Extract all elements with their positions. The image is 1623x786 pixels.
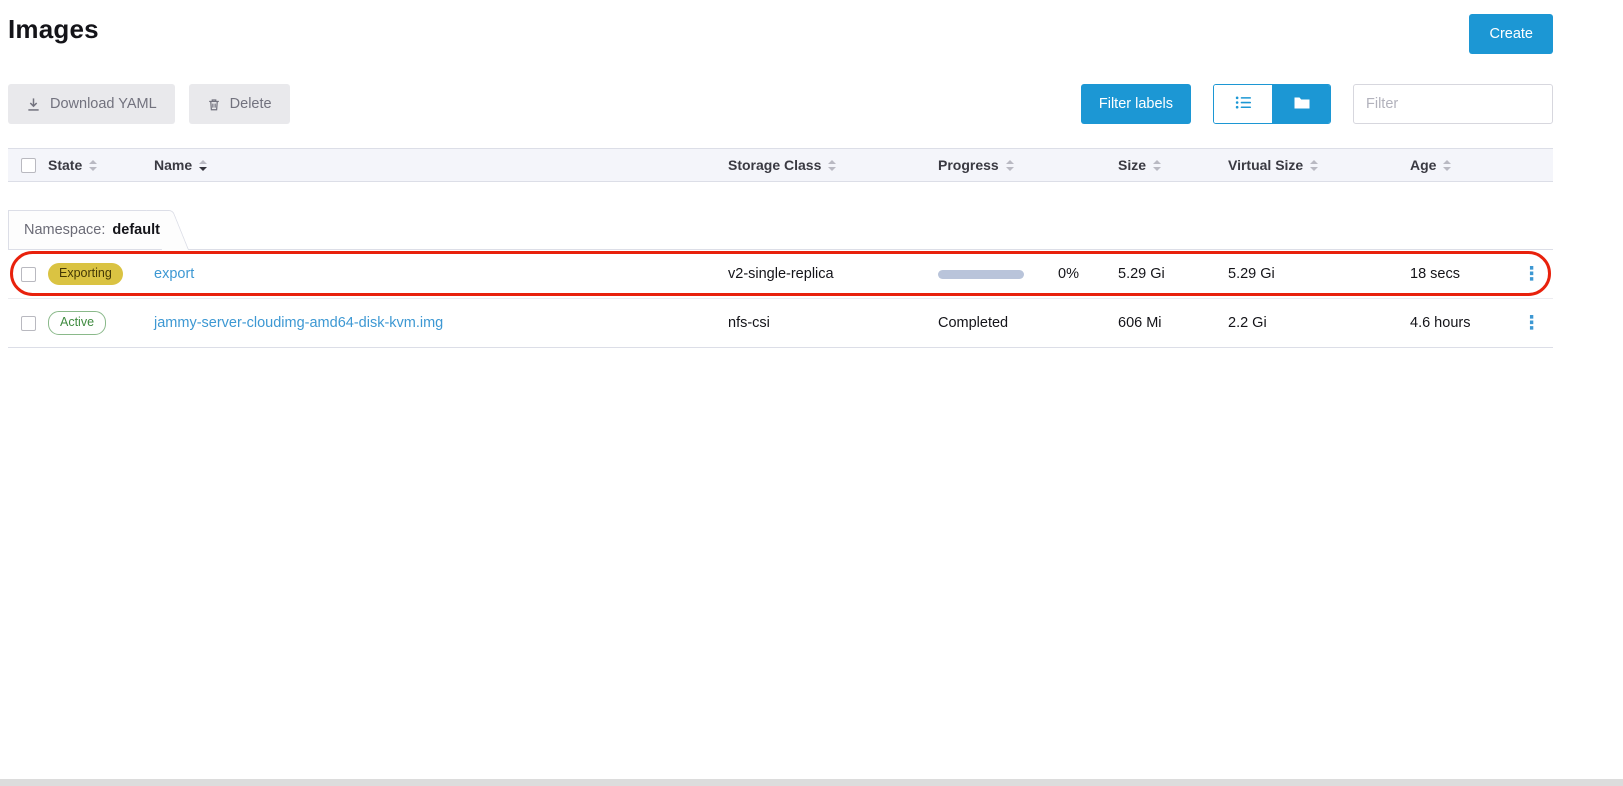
create-button[interactable]: Create — [1469, 14, 1553, 54]
progress-status-text: Completed — [938, 315, 1008, 331]
download-yaml-label: Download YAML — [50, 96, 157, 112]
sort-arrows-icon — [1310, 160, 1318, 171]
header-state-label: State — [48, 157, 82, 173]
header-cell-select — [8, 158, 48, 173]
size-value: 5.29 Gi — [1118, 266, 1165, 282]
list-view-icon — [1235, 95, 1252, 113]
toolbar: Download YAML Delete Filter labels — [8, 84, 1553, 124]
download-icon — [26, 97, 41, 112]
namespace-group-value: default — [112, 222, 160, 238]
status-badge: Active — [48, 311, 106, 335]
progress-percent: 0% — [1058, 266, 1079, 282]
filter-labels-button[interactable]: Filter labels — [1081, 84, 1191, 124]
namespace-group-tab: Namespace: default — [8, 210, 168, 249]
toolbar-bulk-actions: Download YAML Delete — [8, 84, 290, 124]
header-age-label: Age — [1410, 157, 1436, 173]
row-checkbox[interactable] — [21, 316, 36, 331]
images-page: Images Create Download YAML Delete — [8, 0, 1553, 348]
page-title: Images — [8, 14, 99, 45]
row-cell-virtual-size: 5.29 Gi — [1228, 266, 1410, 282]
row-cell-select — [8, 316, 48, 331]
sort-arrows-icon — [1153, 160, 1161, 171]
size-value: 606 Mi — [1118, 315, 1162, 331]
select-all-checkbox[interactable] — [21, 158, 36, 173]
header-cell-size[interactable]: Size — [1118, 157, 1228, 173]
virtual-size-value: 5.29 Gi — [1228, 266, 1275, 282]
namespace-group-label: Namespace: — [24, 222, 105, 238]
header-cell-virtual-size[interactable]: Virtual Size — [1228, 157, 1410, 173]
header-name-label: Name — [154, 157, 192, 173]
row-cell-storage-class: v2-single-replica — [728, 266, 938, 282]
header-cell-progress[interactable]: Progress — [938, 157, 1118, 173]
row-cell-name: jammy-server-cloudimg-amd64-disk-kvm.img — [154, 315, 728, 331]
delete-button[interactable]: Delete — [189, 84, 290, 124]
row-cell-name: export — [154, 266, 728, 282]
folder-view-button[interactable] — [1272, 85, 1330, 123]
image-name-link[interactable]: export — [154, 266, 194, 282]
sort-arrows-icon — [199, 160, 207, 171]
sort-arrows-icon — [1006, 160, 1014, 171]
table-body: Exporting export v2-single-replica 0% 5.… — [8, 249, 1553, 348]
group-spacer — [8, 182, 1553, 210]
row-cell-state: Exporting — [48, 263, 154, 285]
table-row: Active jammy-server-cloudimg-amd64-disk-… — [8, 299, 1553, 348]
page-bottom-edge — [0, 779, 1623, 786]
row-cell-virtual-size: 2.2 Gi — [1228, 315, 1410, 331]
row-cell-progress: Completed — [938, 315, 1118, 331]
header-storage-class-label: Storage Class — [728, 157, 821, 173]
table-row: Exporting export v2-single-replica 0% 5.… — [8, 250, 1553, 299]
kebab-menu-icon[interactable]: ⋮ — [1516, 310, 1547, 337]
header-size-label: Size — [1118, 157, 1146, 173]
header-cell-name[interactable]: Name — [154, 157, 728, 173]
row-cell-age: 4.6 hours — [1410, 315, 1510, 331]
delete-label: Delete — [230, 96, 272, 112]
row-cell-storage-class: nfs-csi — [728, 315, 938, 331]
row-cell-actions: ⋮ — [1510, 310, 1553, 337]
row-checkbox[interactable] — [21, 267, 36, 282]
virtual-size-value: 2.2 Gi — [1228, 315, 1267, 331]
sort-arrows-icon — [89, 160, 97, 171]
image-name-link[interactable]: jammy-server-cloudimg-amd64-disk-kvm.img — [154, 315, 443, 331]
header-progress-label: Progress — [938, 157, 999, 173]
trash-icon — [207, 97, 221, 112]
header-cell-state[interactable]: State — [48, 157, 154, 173]
storage-class-value: nfs-csi — [728, 315, 770, 331]
header-cell-storage-class[interactable]: Storage Class — [728, 157, 938, 173]
kebab-menu-icon[interactable]: ⋮ — [1516, 261, 1547, 288]
row-cell-age: 18 secs — [1410, 266, 1510, 282]
images-table: State Name Storage Class Progress Size V… — [8, 148, 1553, 348]
table-header-row: State Name Storage Class Progress Size V… — [8, 148, 1553, 182]
row-cell-progress: 0% — [938, 266, 1118, 282]
list-view-button[interactable] — [1214, 85, 1272, 123]
progress-bar — [938, 270, 1024, 279]
header-virtual-size-label: Virtual Size — [1228, 157, 1303, 173]
sort-arrows-icon — [828, 160, 836, 171]
folder-view-icon — [1294, 96, 1310, 113]
row-cell-actions: ⋮ — [1510, 261, 1553, 288]
status-badge: Exporting — [48, 263, 123, 285]
row-cell-size: 5.29 Gi — [1118, 266, 1228, 282]
row-cell-size: 606 Mi — [1118, 315, 1228, 331]
header-cell-age[interactable]: Age — [1410, 157, 1510, 173]
row-cell-state: Active — [48, 311, 154, 335]
download-yaml-button[interactable]: Download YAML — [8, 84, 175, 124]
storage-class-value: v2-single-replica — [728, 266, 834, 282]
row-cell-select — [8, 267, 48, 282]
sort-arrows-icon — [1443, 160, 1451, 171]
age-value: 4.6 hours — [1410, 315, 1470, 331]
view-mode-toggle — [1213, 84, 1331, 124]
age-value: 18 secs — [1410, 266, 1460, 282]
filter-input[interactable] — [1353, 84, 1553, 124]
page-header: Images Create — [8, 14, 1553, 54]
toolbar-filters: Filter labels — [1081, 84, 1553, 124]
